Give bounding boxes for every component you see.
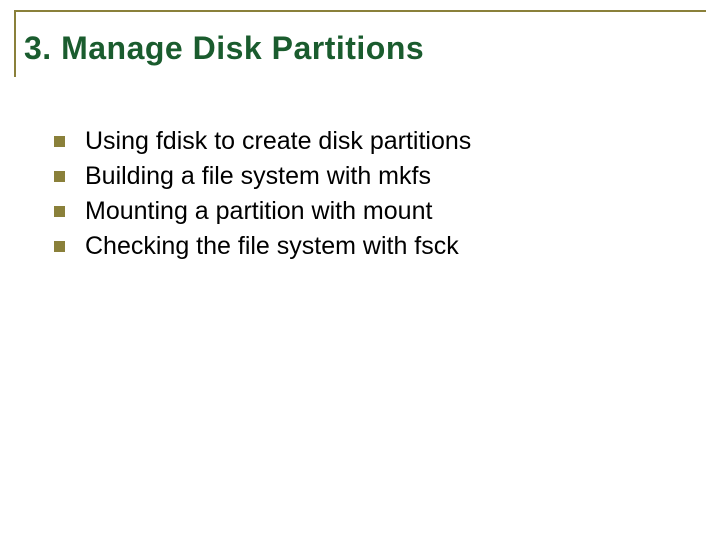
bullet-text: Using fdisk to create disk partitions <box>85 127 471 156</box>
bullet-text: Building a file system with mkfs <box>85 162 431 191</box>
slide-title: 3. Manage Disk Partitions <box>24 30 706 67</box>
bullet-text: Checking the file system with fsck <box>85 232 459 261</box>
square-bullet-icon <box>54 136 65 147</box>
square-bullet-icon <box>54 241 65 252</box>
square-bullet-icon <box>54 171 65 182</box>
list-item: Using fdisk to create disk partitions <box>54 127 706 156</box>
list-item: Checking the file system with fsck <box>54 232 706 261</box>
square-bullet-icon <box>54 206 65 217</box>
slide-container: 3. Manage Disk Partitions Using fdisk to… <box>0 0 720 540</box>
list-item: Mounting a partition with mount <box>54 197 706 226</box>
list-item: Building a file system with mkfs <box>54 162 706 191</box>
title-wrapper: 3. Manage Disk Partitions <box>14 10 706 77</box>
bullet-text: Mounting a partition with mount <box>85 197 432 226</box>
bullet-list: Using fdisk to create disk partitions Bu… <box>14 127 706 261</box>
